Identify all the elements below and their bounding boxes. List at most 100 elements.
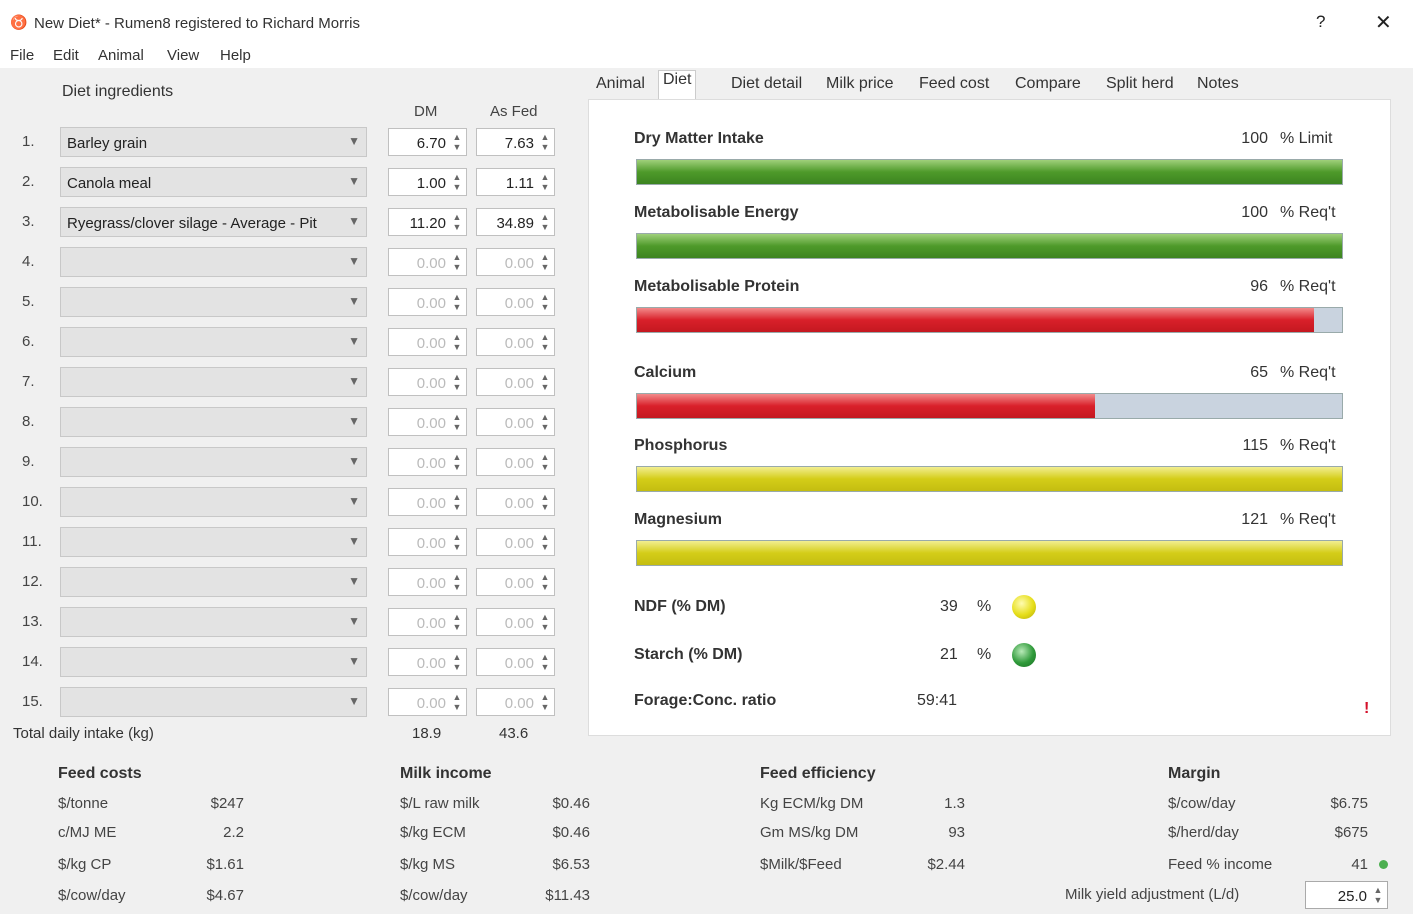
tab-milk-price[interactable]: Milk price bbox=[822, 75, 898, 99]
dm-stepper[interactable]: 0.00 ▲ ▼ bbox=[388, 568, 467, 596]
spin-arrows-icon[interactable]: ▲ ▼ bbox=[538, 172, 552, 192]
dm-stepper[interactable]: 1.00 ▲ ▼ bbox=[388, 168, 467, 196]
chevron-down-icon[interactable]: ▼ bbox=[348, 654, 360, 668]
milk-yield-value[interactable]: 25.0 bbox=[1338, 888, 1367, 905]
dm-stepper[interactable]: 0.00 ▲ ▼ bbox=[388, 608, 467, 636]
asfed-stepper[interactable]: 1.11 ▲ ▼ bbox=[476, 168, 555, 196]
tab-diet-detail[interactable]: Diet detail bbox=[727, 75, 806, 99]
spin-arrows-icon[interactable]: ▲ ▼ bbox=[450, 212, 464, 232]
dm-stepper[interactable]: 0.00 ▲ ▼ bbox=[388, 448, 467, 476]
spin-arrows-icon[interactable]: ▲ ▼ bbox=[538, 572, 552, 592]
asfed-value[interactable]: 0.00 bbox=[505, 415, 534, 432]
chevron-down-icon[interactable]: ▼ bbox=[348, 334, 360, 348]
chevron-down-icon[interactable]: ▼ bbox=[348, 534, 360, 548]
spin-arrows-icon[interactable]: ▲ ▼ bbox=[450, 172, 464, 192]
spin-arrows-icon[interactable]: ▲ ▼ bbox=[450, 612, 464, 632]
ingredient-select[interactable]: ▼ bbox=[60, 607, 367, 637]
dm-value[interactable]: 0.00 bbox=[417, 535, 446, 552]
chevron-down-icon[interactable]: ▼ bbox=[348, 454, 360, 468]
dm-value[interactable]: 0.00 bbox=[417, 695, 446, 712]
dm-stepper[interactable]: 0.00 ▲ ▼ bbox=[388, 408, 467, 436]
ingredient-select[interactable]: ▼ bbox=[60, 287, 367, 317]
spin-arrows-icon[interactable]: ▲ ▼ bbox=[450, 252, 464, 272]
asfed-stepper[interactable]: 7.63 ▲ ▼ bbox=[476, 128, 555, 156]
asfed-value[interactable]: 0.00 bbox=[505, 535, 534, 552]
ingredient-select[interactable]: ▼ bbox=[60, 487, 367, 517]
spin-arrows-icon[interactable]: ▲ ▼ bbox=[450, 692, 464, 712]
asfed-value[interactable]: 0.00 bbox=[505, 655, 534, 672]
dm-stepper[interactable]: 0.00 ▲ ▼ bbox=[388, 648, 467, 676]
spin-arrows-icon[interactable]: ▲ ▼ bbox=[450, 332, 464, 352]
spin-arrows-icon[interactable]: ▲ ▼ bbox=[450, 412, 464, 432]
asfed-stepper[interactable]: 0.00 ▲ ▼ bbox=[476, 568, 555, 596]
asfed-value[interactable]: 0.00 bbox=[505, 575, 534, 592]
asfed-stepper[interactable]: 0.00 ▲ ▼ bbox=[476, 688, 555, 716]
ingredient-select[interactable]: Canola meal ▼ bbox=[60, 167, 367, 197]
chevron-down-icon[interactable]: ▼ bbox=[348, 414, 360, 428]
spin-arrows-icon[interactable]: ▲ ▼ bbox=[538, 212, 552, 232]
asfed-stepper[interactable]: 0.00 ▲ ▼ bbox=[476, 368, 555, 396]
asfed-value[interactable]: 34.89 bbox=[496, 215, 534, 232]
asfed-value[interactable]: 0.00 bbox=[505, 375, 534, 392]
dm-stepper[interactable]: 0.00 ▲ ▼ bbox=[388, 328, 467, 356]
tab-split-herd[interactable]: Split herd bbox=[1102, 75, 1178, 99]
dm-value[interactable]: 0.00 bbox=[417, 415, 446, 432]
asfed-stepper[interactable]: 0.00 ▲ ▼ bbox=[476, 528, 555, 556]
spin-arrows-icon[interactable]: ▲ ▼ bbox=[538, 332, 552, 352]
asfed-stepper[interactable]: 0.00 ▲ ▼ bbox=[476, 608, 555, 636]
chevron-down-icon[interactable]: ▼ bbox=[348, 494, 360, 508]
dm-value[interactable]: 0.00 bbox=[417, 455, 446, 472]
dm-stepper[interactable]: 11.20 ▲ ▼ bbox=[388, 208, 467, 236]
spin-arrows-icon[interactable]: ▲ ▼ bbox=[538, 132, 552, 152]
ingredient-select[interactable]: ▼ bbox=[60, 567, 367, 597]
asfed-value[interactable]: 0.00 bbox=[505, 455, 534, 472]
asfed-value[interactable]: 1.11 bbox=[506, 175, 534, 192]
asfed-value[interactable]: 0.00 bbox=[505, 335, 534, 352]
spin-arrows-icon[interactable]: ▲ ▼ bbox=[450, 132, 464, 152]
chevron-down-icon[interactable]: ▼ bbox=[348, 574, 360, 588]
ingredient-select[interactable]: Barley grain ▼ bbox=[60, 127, 367, 157]
menu-view[interactable]: View bbox=[167, 47, 199, 64]
ingredient-select[interactable]: ▼ bbox=[60, 527, 367, 557]
ingredient-select[interactable]: ▼ bbox=[60, 647, 367, 677]
ingredient-select[interactable]: ▼ bbox=[60, 367, 367, 397]
dm-value[interactable]: 0.00 bbox=[417, 575, 446, 592]
dm-stepper[interactable]: 0.00 ▲ ▼ bbox=[388, 488, 467, 516]
asfed-stepper[interactable]: 0.00 ▲ ▼ bbox=[476, 648, 555, 676]
chevron-down-icon[interactable]: ▼ bbox=[348, 374, 360, 388]
dm-stepper[interactable]: 0.00 ▲ ▼ bbox=[388, 528, 467, 556]
asfed-stepper[interactable]: 0.00 ▲ ▼ bbox=[476, 288, 555, 316]
ingredient-select[interactable]: Ryegrass/clover silage - Average - Pit ▼ bbox=[60, 207, 367, 237]
asfed-stepper[interactable]: 34.89 ▲ ▼ bbox=[476, 208, 555, 236]
spin-arrows-icon[interactable]: ▲ ▼ bbox=[1371, 885, 1385, 905]
tab-feed-cost[interactable]: Feed cost bbox=[915, 75, 993, 99]
asfed-value[interactable]: 0.00 bbox=[505, 495, 534, 512]
tab-compare[interactable]: Compare bbox=[1011, 75, 1085, 99]
dm-stepper[interactable]: 6.70 ▲ ▼ bbox=[388, 128, 467, 156]
spin-arrows-icon[interactable]: ▲ ▼ bbox=[450, 372, 464, 392]
dm-stepper[interactable]: 0.00 ▲ ▼ bbox=[388, 288, 467, 316]
help-button[interactable]: ? bbox=[1316, 12, 1325, 32]
asfed-value[interactable]: 0.00 bbox=[505, 695, 534, 712]
tab-animal[interactable]: Animal bbox=[592, 75, 649, 99]
asfed-value[interactable]: 7.63 bbox=[505, 135, 534, 152]
dm-value[interactable]: 0.00 bbox=[417, 615, 446, 632]
chevron-down-icon[interactable]: ▼ bbox=[348, 614, 360, 628]
menu-animal[interactable]: Animal bbox=[98, 47, 144, 64]
dm-value[interactable]: 6.70 bbox=[417, 135, 446, 152]
dm-value[interactable]: 0.00 bbox=[417, 335, 446, 352]
spin-arrows-icon[interactable]: ▲ ▼ bbox=[538, 372, 552, 392]
asfed-stepper[interactable]: 0.00 ▲ ▼ bbox=[476, 488, 555, 516]
chevron-down-icon[interactable]: ▼ bbox=[348, 214, 360, 228]
tab-diet[interactable]: Diet bbox=[658, 70, 697, 101]
asfed-stepper[interactable]: 0.00 ▲ ▼ bbox=[476, 448, 555, 476]
spin-arrows-icon[interactable]: ▲ ▼ bbox=[450, 452, 464, 472]
asfed-value[interactable]: 0.00 bbox=[505, 615, 534, 632]
chevron-down-icon[interactable]: ▼ bbox=[348, 254, 360, 268]
spin-arrows-icon[interactable]: ▲ ▼ bbox=[450, 292, 464, 312]
spin-arrows-icon[interactable]: ▲ ▼ bbox=[450, 572, 464, 592]
menu-edit[interactable]: Edit bbox=[53, 47, 79, 64]
spin-arrows-icon[interactable]: ▲ ▼ bbox=[538, 252, 552, 272]
dm-value[interactable]: 0.00 bbox=[417, 375, 446, 392]
dm-value[interactable]: 0.00 bbox=[417, 255, 446, 272]
